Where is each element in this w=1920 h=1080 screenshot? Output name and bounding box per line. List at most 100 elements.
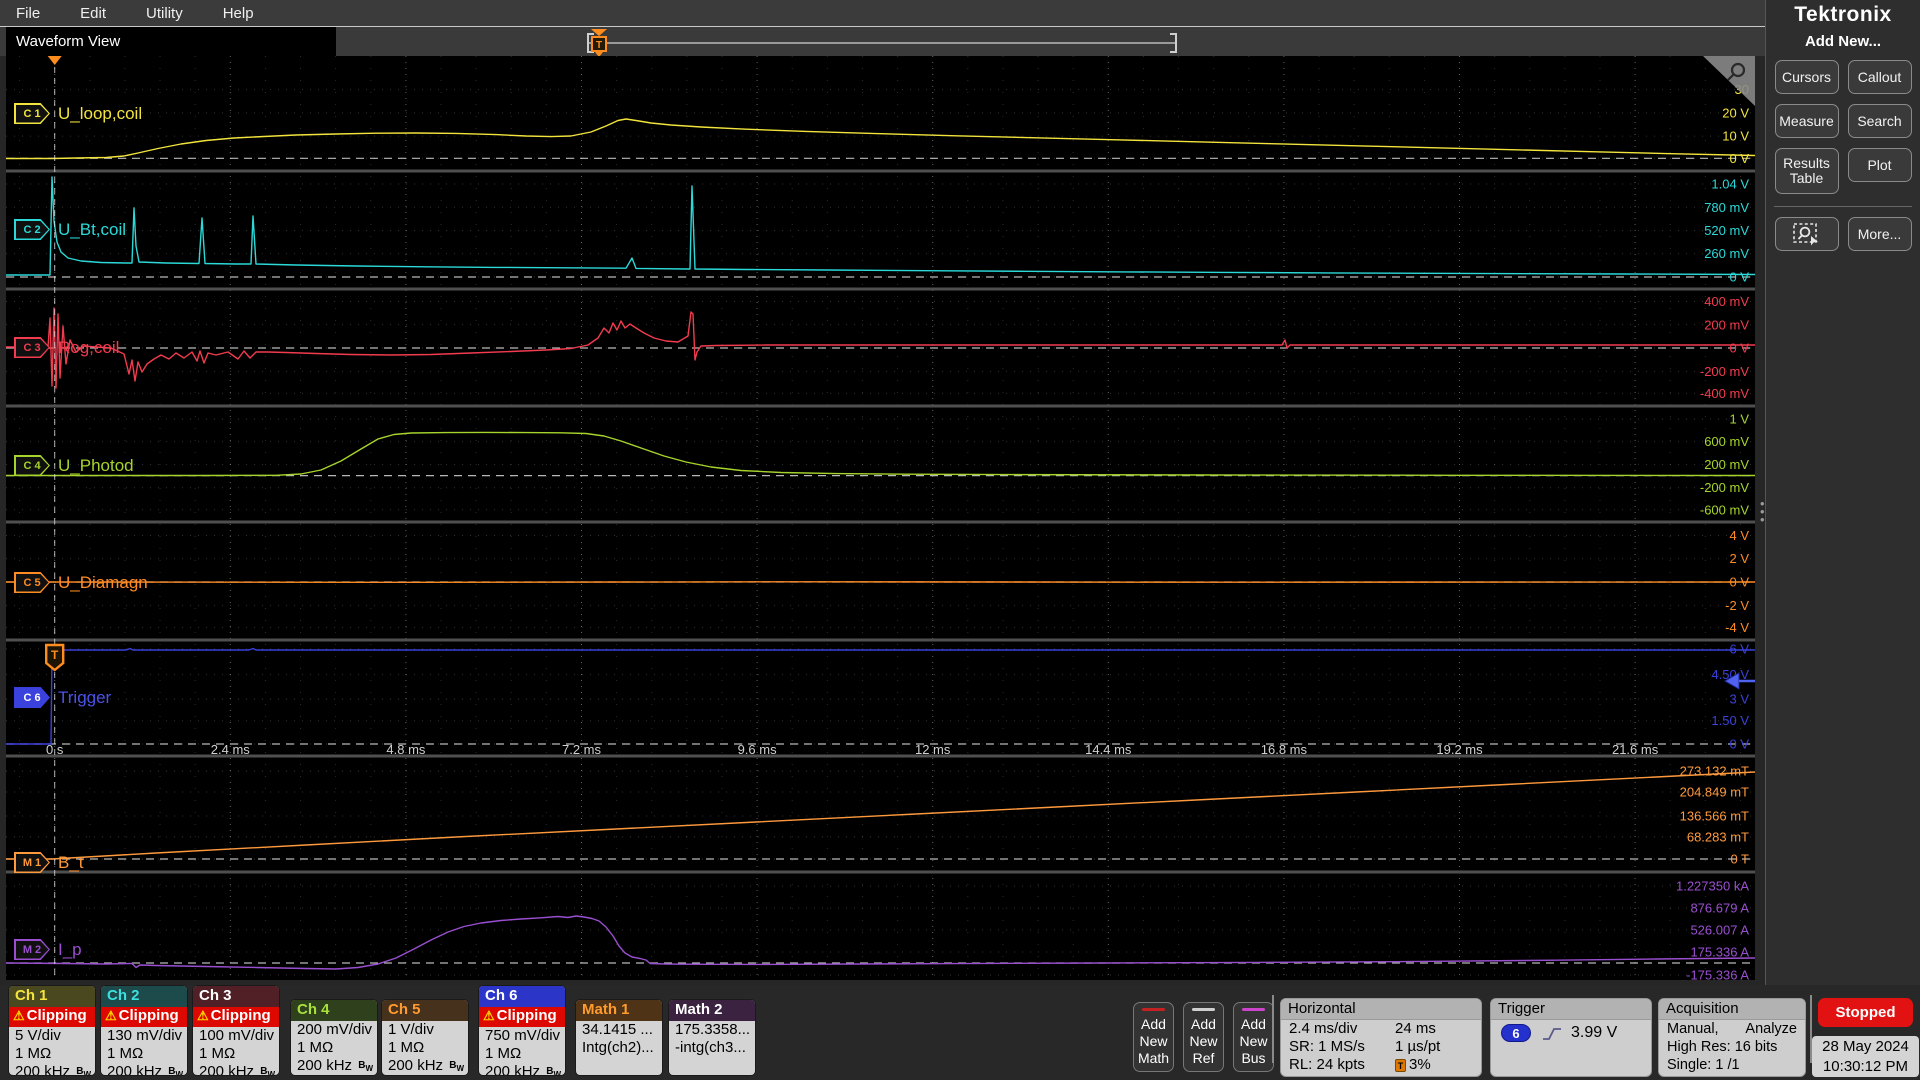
- badge-setting: 200 kHz BW: [479, 1063, 565, 1075]
- plot-button[interactable]: Plot: [1847, 148, 1912, 182]
- warning-icon: ⚠: [105, 1008, 117, 1023]
- more-button[interactable]: More...: [1847, 217, 1912, 251]
- m2-scale-label: 175.336 A: [1690, 945, 1749, 960]
- c5-scale-label: -2 V: [1725, 598, 1749, 613]
- c6-scale-label: 3 V: [1729, 692, 1749, 707]
- m1-scale-label: 273.132 mT: [1680, 764, 1749, 779]
- badge-setting: 5 V/div: [15, 1027, 61, 1044]
- clipping-warning: ⚠ Clipping: [193, 1007, 279, 1027]
- c5-channel-badge[interactable]: C 5: [14, 572, 50, 593]
- c5-scale-label: 2 V: [1729, 551, 1749, 566]
- time-axis-label: 7.2 ms: [562, 742, 602, 757]
- cursors-button[interactable]: Cursors: [1774, 60, 1839, 94]
- add-new-math-button[interactable]: Add New Math: [1133, 1002, 1174, 1072]
- warning-icon: ⚠: [197, 1008, 209, 1023]
- m2-scale-label: 526.007 A: [1690, 923, 1749, 938]
- rising-edge-icon: [1543, 1028, 1561, 1040]
- badge-setting: 200 kHz BW: [291, 1057, 377, 1075]
- badge-setting: 1 MΩ: [199, 1045, 236, 1062]
- acquisition-panel[interactable]: Acquisition Manual, Analyze High Res: 16…: [1658, 998, 1806, 1077]
- c6-scale-label: 6 V: [1729, 642, 1749, 657]
- badge-ch4[interactable]: Ch 4 200 mV/div 1 MΩ 200 kHz BW: [290, 999, 378, 1076]
- panel-resize-handle[interactable]: • • •: [1760, 497, 1765, 526]
- c1-channel-name: U_loop,coil: [58, 104, 143, 123]
- warning-icon: ⚠: [483, 1008, 495, 1023]
- m1-channel-badge[interactable]: M 1: [14, 852, 50, 873]
- badge-math1[interactable]: Math 1 34.1415 ... Intg(ch2)...: [575, 999, 663, 1076]
- add-new-ref-button[interactable]: Add New Ref: [1183, 1002, 1224, 1072]
- m2-scale-label: 876.679 A: [1690, 901, 1749, 916]
- badge-math2[interactable]: Math 2 175.3358... -intg(ch3...: [668, 999, 756, 1076]
- badge-setting: 200 kHz BW: [9, 1063, 95, 1076]
- trigger-panel[interactable]: Trigger 6 3.99 V: [1490, 998, 1652, 1077]
- m2-channel-name: I_p: [58, 940, 82, 959]
- time-axis-label: 21.6 ms: [1612, 742, 1659, 757]
- callout-button[interactable]: Callout: [1847, 60, 1912, 94]
- horizontal-panel[interactable]: Horizontal 2.4 ms/div 24 ms SR: 1 MS/s 1 µs…: [1280, 998, 1482, 1077]
- acq-resolution: High Res: 16 bits: [1667, 1039, 1778, 1055]
- menu-help[interactable]: Help: [223, 5, 254, 22]
- c2-channel-badge[interactable]: C 2: [14, 219, 50, 240]
- menu-edit[interactable]: Edit: [80, 5, 106, 22]
- c6-scale-label: 0 V: [1729, 737, 1749, 752]
- time-axis-label: 12 ms: [915, 742, 951, 757]
- run-stop-button[interactable]: Stopped: [1818, 998, 1913, 1027]
- c2-scale-label: 260 mV: [1704, 246, 1749, 261]
- bandwidth-icon: BW: [358, 1060, 373, 1073]
- measure-button[interactable]: Measure: [1774, 104, 1839, 138]
- badge-setting: 1 V/div: [388, 1021, 434, 1038]
- c6-channel-name: Trigger: [58, 688, 112, 707]
- horizontal-row: 2.4 ms/div 24 ms: [1289, 1020, 1436, 1037]
- menu-bar: File Edit Utility Help: [0, 0, 1765, 26]
- right-sidebar: • • • Tektronix Add New... Cursors Callout M…: [1760, 0, 1920, 985]
- c4-scale-label: 200 mV: [1704, 457, 1749, 472]
- results-table-button[interactable]: Results Table: [1774, 148, 1839, 194]
- trigger-source-badge: 6: [1501, 1024, 1531, 1042]
- search-button[interactable]: Search: [1847, 104, 1912, 138]
- bandwidth-icon: BW: [168, 1066, 183, 1076]
- menu-file[interactable]: File: [16, 5, 40, 22]
- badge-setting: 1 MΩ: [485, 1045, 522, 1062]
- c1-scale-label: 20 V: [1722, 105, 1749, 120]
- horizontal-title: Horizontal: [1281, 999, 1481, 1020]
- acq-mode: Manual,: [1667, 1021, 1719, 1037]
- badge-ch6[interactable]: Ch 6 ⚠ Clipping 750 mV/div 1 MΩ 200 kHz BW: [478, 985, 566, 1076]
- c1-channel-badge[interactable]: C 1: [14, 103, 50, 124]
- bandwidth-icon: BW: [260, 1066, 275, 1076]
- add-new-bus-button[interactable]: Add New Bus: [1233, 1002, 1274, 1072]
- badge-ch3[interactable]: Ch 3 ⚠ Clipping 100 mV/div 1 MΩ 200 kHz BW: [192, 985, 280, 1076]
- tab-waveform-view[interactable]: Waveform View: [6, 27, 336, 57]
- badge-ch1[interactable]: Ch 1 ⚠ Clipping 5 V/div 1 MΩ 200 kHz BW: [8, 985, 96, 1076]
- c3-channel-badge[interactable]: C 3: [14, 337, 50, 358]
- c1-scale-label: 10 V: [1722, 129, 1749, 144]
- badge-setting: 1 MΩ: [297, 1039, 334, 1056]
- c3-scale-label: 0 V: [1729, 341, 1749, 356]
- c4-channel-badge[interactable]: C 4: [14, 455, 50, 476]
- c3-channel-name: Rog,coil: [58, 338, 120, 357]
- menu-utility[interactable]: Utility: [146, 5, 183, 22]
- trigger-position-icon: T: [1395, 1059, 1406, 1072]
- sidebar-bottom-buttons: More...: [1766, 217, 1920, 251]
- warning-icon: ⚠: [13, 1008, 25, 1023]
- c4-channel-name: U_Photod: [58, 456, 134, 475]
- acquisition-overview-ruler[interactable]: T: [578, 27, 1188, 57]
- datetime-display: 28 May 2024 10:30:12 PM: [1812, 1036, 1919, 1077]
- bandwidth-icon: BW: [449, 1060, 464, 1073]
- time-axis-label: 9.6 ms: [738, 742, 778, 757]
- c1-trace: [6, 118, 1755, 160]
- m2-channel-badge[interactable]: M 2: [14, 939, 50, 960]
- clipping-warning: ⚠ Clipping: [9, 1007, 95, 1027]
- badge-ch5[interactable]: Ch 51 V/div 1 MΩ 200 kHz BW: [381, 999, 469, 1076]
- badge-ch2[interactable]: Ch 2 ⚠ Clipping 130 mV/div 1 MΩ 200 kHz BW: [100, 985, 188, 1076]
- bandwidth-icon: BW: [76, 1066, 91, 1076]
- m1-scale-label: 68.283 mT: [1687, 830, 1749, 845]
- waveform-plot[interactable]: 3020 V10 V0 V1.04 V780 mV520 mV260 mV0 V…: [6, 56, 1755, 980]
- c2-channel-name: U_Bt,coil: [58, 220, 127, 239]
- c6-channel-badge[interactable]: C 6: [14, 687, 50, 708]
- c4-scale-label: -600 mV: [1700, 502, 1749, 517]
- badge-setting: 200 mV/div: [297, 1021, 373, 1038]
- m2-scale-label: -175.336 A: [1686, 968, 1749, 981]
- zoom-select-button[interactable]: [1774, 217, 1839, 251]
- acq-single: Single: 1 /1: [1667, 1057, 1740, 1073]
- c5-channel-name: U_Diamagn: [58, 573, 148, 592]
